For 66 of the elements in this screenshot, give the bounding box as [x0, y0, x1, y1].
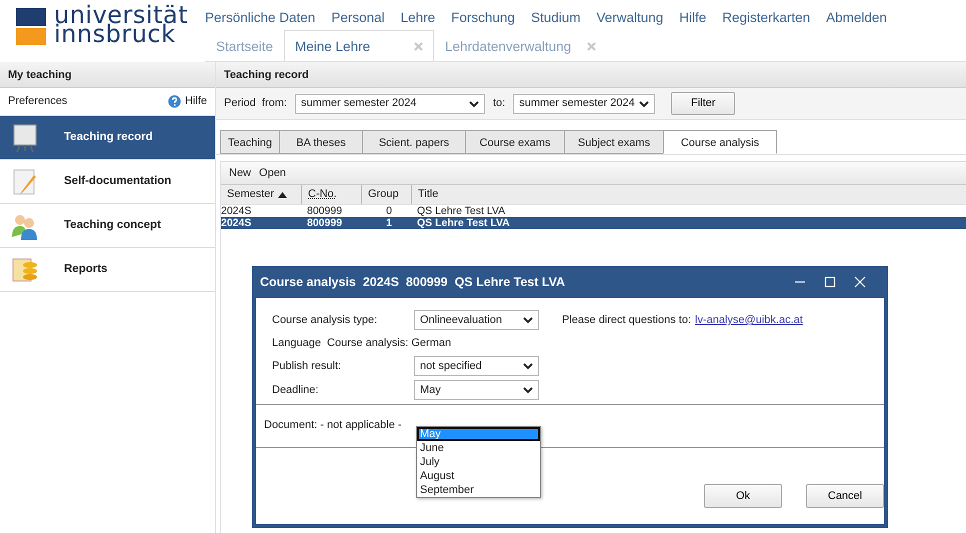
dropdown-field[interactable]: summer semester 2024: [513, 94, 656, 114]
toolbar-button[interactable]: New: [229, 164, 252, 182]
tab[interactable]: Teaching: [220, 130, 280, 154]
sidebar-item[interactable]: Teaching record: [0, 116, 215, 160]
sidebar-item[interactable]: Teaching concept: [0, 204, 215, 248]
dropdown-option[interactable]: July: [417, 455, 540, 469]
chevron-down-icon: [468, 100, 479, 108]
menu-link[interactable]: Lehre: [400, 8, 436, 28]
maximize-icon[interactable]: [824, 276, 836, 288]
logo-text: universität: [54, 6, 188, 25]
dropdown-field[interactable]: Onlineevaluation: [414, 310, 539, 330]
field-label: to:: [492, 96, 506, 112]
chevron-down-icon: [523, 362, 533, 370]
page-tab[interactable]: Meine Lehre: [284, 30, 434, 61]
email-link[interactable]: lv-analyse@uibk.ac.at: [695, 312, 803, 328]
column-header[interactable]: Semester: [221, 185, 301, 204]
column-header[interactable]: Group: [361, 185, 411, 204]
column-header[interactable]: Title: [411, 185, 711, 204]
logo-mark-icon: [16, 6, 46, 46]
sidebar-item[interactable]: Self-documentation: [0, 160, 215, 204]
field-label: Publish result:: [272, 358, 342, 374]
dropdown-field[interactable]: May: [414, 380, 539, 400]
dialog-button[interactable]: Cancel: [806, 484, 884, 508]
table-row[interactable]: 2024S 800999 0 QS Lehre Test LVA: [221, 204, 966, 216]
chevron-down-icon: [639, 100, 650, 108]
panel-title: My teaching: [0, 62, 215, 88]
field-value: German: [411, 336, 452, 351]
chevron-down-icon: [523, 316, 533, 324]
table-row[interactable]: 2024S 800999 1 QS Lehre Test LVA: [221, 216, 966, 228]
contact-text: Please direct questions to:: [562, 313, 692, 328]
dropdown-option[interactable]: September: [417, 483, 540, 497]
sidebar-item[interactable]: Reports: [0, 248, 215, 292]
menu-link[interactable]: Personal: [331, 8, 385, 28]
panel-title: Teaching record: [216, 62, 966, 88]
field-label: Deadline:: [272, 382, 320, 398]
column-header[interactable]: C-No.: [301, 185, 361, 204]
tab[interactable]: Course analysis: [663, 130, 777, 154]
menu-link[interactable]: Studium: [530, 8, 580, 28]
dropdown-option[interactable]: August: [417, 469, 540, 483]
chevron-down-icon: [523, 386, 533, 394]
dialog-button[interactable]: Ok: [704, 484, 782, 508]
menu-link[interactable]: Verwaltung: [596, 8, 664, 28]
menu-link[interactable]: Persönliche Daten: [205, 8, 316, 28]
field-label: Language Course analysis:: [272, 336, 408, 351]
tab[interactable]: Subject exams: [564, 130, 664, 154]
tab[interactable]: Scient. papers: [362, 130, 466, 154]
dropdown-field[interactable]: not specified: [414, 356, 539, 376]
help-icon: [168, 95, 181, 108]
menu-link[interactable]: Registerkarten: [722, 8, 810, 28]
dropdown-field[interactable]: summer semester 2024: [294, 94, 485, 114]
dropdown-list[interactable]: May June July August September: [416, 426, 541, 498]
preferences-link[interactable]: Preferences: [8, 93, 68, 110]
menu-link[interactable]: Forschung: [451, 8, 515, 28]
field-label: Period from:: [224, 96, 287, 112]
menu-link[interactable]: Abmelden: [826, 8, 887, 28]
filter-button[interactable]: Filter: [671, 92, 736, 115]
dialog-title: Course analysis 2024S 800999 QS Lehre Test LVA: [260, 274, 566, 291]
logo-text: innsbruck: [54, 25, 176, 44]
toolbar-button[interactable]: Open: [259, 164, 286, 182]
help-link[interactable]: Hilfe: [184, 93, 207, 110]
field-label: Course analysis type:: [272, 312, 378, 328]
tab[interactable]: BA theses: [279, 130, 363, 154]
tab[interactable]: Course exams: [465, 130, 565, 154]
menu-link[interactable]: Hilfe: [679, 8, 706, 28]
document-text: Document: - not applicable -: [264, 419, 402, 431]
dropdown-option[interactable]: June: [417, 441, 540, 455]
